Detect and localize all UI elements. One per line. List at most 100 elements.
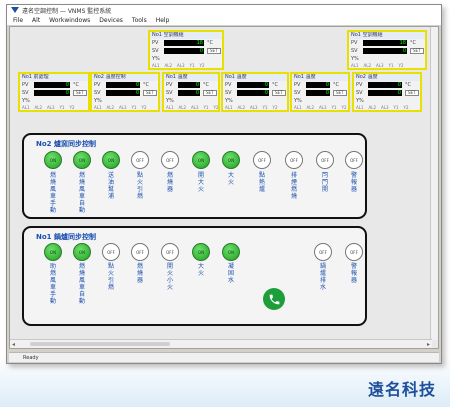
device-row-label: SV <box>294 90 301 96</box>
alarm-indicator: AL3 <box>47 105 55 110</box>
alarm-indicator: AL2 <box>368 105 377 110</box>
no2-toggle-9[interactable]: OFF <box>285 151 303 169</box>
set-button[interactable]: SET <box>143 90 157 96</box>
device-row: PV 18 °C <box>349 39 425 47</box>
device-row-label: Y% <box>356 98 364 104</box>
no1-toggle-2[interactable]: ON <box>73 243 91 261</box>
device-unit: °C <box>73 82 79 88</box>
no2-toggle-11[interactable]: OFF <box>345 151 363 169</box>
title-bar: 遠名空調控制 — VNMS 監控系統 <box>7 5 441 16</box>
scroll-right-icon[interactable]: ▸ <box>427 341 430 348</box>
no2-toggle-7[interactable]: ON <box>222 151 240 169</box>
device-row-label: Y% <box>294 98 302 104</box>
alarm-indicator: AL3 <box>119 105 127 110</box>
device-value: 0 <box>178 90 200 96</box>
device-row-label: Y% <box>351 56 359 62</box>
device-row: Y% <box>223 97 287 105</box>
device-unit: °C <box>207 40 213 46</box>
device-row: PV 0 °C <box>20 81 88 89</box>
device-alarm-row: AL1 AL2 AL3 Y1 Y2 <box>92 105 158 111</box>
set-button[interactable]: SET <box>207 48 221 54</box>
no2-toggle-10[interactable]: OFF <box>316 151 334 169</box>
device-row: SV 0 SET <box>354 89 420 97</box>
device-row: SV 0 SET <box>92 89 158 97</box>
device-row-label: Y% <box>225 98 233 104</box>
set-button[interactable]: SET <box>405 90 419 96</box>
device-row: SV 0 SET <box>20 89 88 97</box>
dev-r3-panel: No1 溫度 PV 0 °C SV 0 SET Y% AL1 AL2 AL3 Y1 Y2 <box>162 72 220 112</box>
horizontal-scrollbar[interactable]: ◂ ▸ <box>10 339 432 348</box>
device-row-label: PV <box>152 40 159 46</box>
device-unit: °C <box>272 82 278 88</box>
no1-toggle-9[interactable]: OFF <box>345 243 363 261</box>
app-window: 遠名空調控制 — VNMS 監控系統 File Alt Workwindows … <box>6 4 442 364</box>
device-alarm-row: AL1 AL2 AL3 Y1 Y2 <box>354 105 420 111</box>
set-button[interactable]: SET <box>410 48 424 54</box>
no1-label-9: 警報器 <box>350 263 357 284</box>
no1-toggle-3[interactable]: OFF <box>102 243 120 261</box>
alarm-indicator: AL1 <box>351 63 359 68</box>
device-alarm-row: AL1 AL2 AL3 Y1 Y2 <box>223 105 287 111</box>
scroll-left-icon[interactable]: ◂ <box>12 341 15 348</box>
menu-file[interactable]: File <box>13 17 23 24</box>
device-value: 0 <box>34 90 70 96</box>
device-row-label: PV <box>356 82 363 88</box>
scroll-thumb[interactable] <box>30 342 170 346</box>
vertical-scrollbar[interactable] <box>430 27 438 340</box>
device-value: 0 <box>178 82 200 88</box>
no2-label-7: 大火 <box>227 172 234 186</box>
device-row: PV 0 °C <box>292 81 348 89</box>
no2-label-5: 燃燒器 <box>166 172 173 193</box>
set-button[interactable]: SET <box>203 90 217 96</box>
phone-icon[interactable] <box>263 288 285 310</box>
device-value: 0 <box>368 82 402 88</box>
no1-toggle-7[interactable]: ON <box>222 243 240 261</box>
no2-toggle-2[interactable]: ON <box>73 151 91 169</box>
no2-toggle-5[interactable]: OFF <box>161 151 179 169</box>
no1-toggle-4[interactable]: OFF <box>131 243 149 261</box>
window-title: 遠名空調控制 — VNMS 監控系統 <box>22 8 112 15</box>
no2-label-11: 警報器 <box>350 172 357 193</box>
device-row-label: PV <box>351 40 358 46</box>
alarm-indicator: Y2 <box>403 105 409 110</box>
no2-toggle-3[interactable]: ON <box>102 151 120 169</box>
no1-toggle-6[interactable]: ON <box>192 243 210 261</box>
device-row: Y% <box>354 97 420 105</box>
no2-toggle-4[interactable]: OFF <box>131 151 149 169</box>
menu-devices[interactable]: Devices <box>99 17 123 24</box>
menu-help[interactable]: Help <box>156 17 170 24</box>
no1-label-7: 凝固水 <box>227 263 234 284</box>
device-row-label: SV <box>351 48 358 54</box>
alarm-indicator: AL1 <box>356 105 364 110</box>
device-value: 0 <box>164 48 204 54</box>
device-row: PV 0 °C <box>92 81 158 89</box>
device-alarm-row: AL1 AL2 AL3 Y1 Y2 <box>292 105 348 111</box>
set-button[interactable]: SET <box>73 90 87 96</box>
menu-workwindows[interactable]: Workwindows <box>49 17 90 24</box>
device-name: No1 溫度 <box>164 74 218 81</box>
device-row-label: SV <box>225 90 232 96</box>
dev-r2-panel: No2 溫度控制 PV 0 °C SV 0 SET Y% AL1 AL2 AL3 Y1 Y2 <box>90 72 160 112</box>
no2-label-8: 點熱爐 <box>258 172 265 193</box>
device-unit: °C <box>143 82 149 88</box>
no2-toggle-1[interactable]: ON <box>44 151 62 169</box>
menu-alt[interactable]: Alt <box>32 17 40 24</box>
no1-toggle-5[interactable]: OFF <box>161 243 179 261</box>
no2-label-2: 燃燒風車自動 <box>78 172 85 214</box>
no2-toggle-8[interactable]: OFF <box>253 151 271 169</box>
no1-toggle-8[interactable]: OFF <box>314 243 332 261</box>
set-button[interactable]: SET <box>333 90 347 96</box>
set-button[interactable]: SET <box>272 90 286 96</box>
no2-label-4: 點火引燃 <box>136 172 143 200</box>
app-logo-icon <box>11 7 19 13</box>
menu-tools[interactable]: Tools <box>132 17 147 24</box>
device-name: No1 溫度 <box>292 74 348 81</box>
device-row-label: SV <box>356 90 363 96</box>
no2-toggle-6[interactable]: ON <box>192 151 210 169</box>
device-row-label: Y% <box>152 56 160 62</box>
alarm-indicator: AL3 <box>376 63 384 68</box>
no1-label-4: 燃燒器 <box>136 263 143 284</box>
no1-toggle-1[interactable]: ON <box>44 243 62 261</box>
no1-label-8: 鍋爐排水 <box>319 263 326 291</box>
device-unit: °C <box>203 82 209 88</box>
